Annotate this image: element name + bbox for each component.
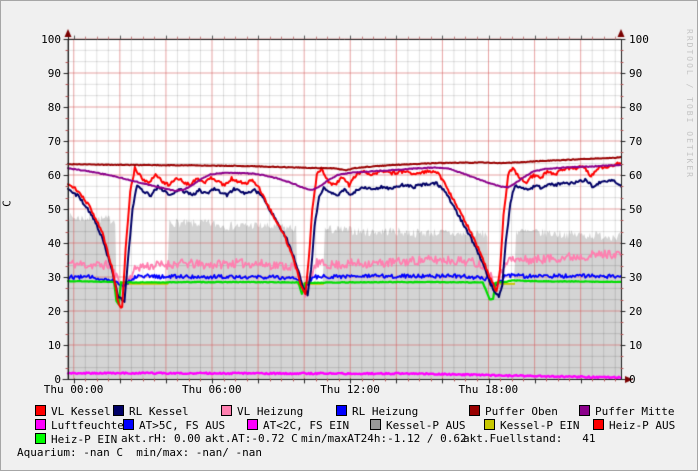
legend-label: Kessel-P EIN bbox=[500, 419, 579, 432]
y-axis-tick-label: 20 bbox=[23, 306, 61, 317]
rrd-graph-panel: Temperaturverlauf und Fuellstand am: 26.… bbox=[0, 0, 698, 471]
legend-item: Heiz-P EIN bbox=[35, 433, 117, 446]
legend-swatch bbox=[336, 405, 347, 416]
y-axis-tick-label: 30 bbox=[23, 272, 61, 283]
legend-label: Kessel-P AUS bbox=[386, 419, 465, 432]
legend-label: Heiz-P AUS bbox=[609, 419, 675, 432]
legend-item: Kessel-P AUS bbox=[370, 419, 465, 432]
x-axis-tick-label: Thu 18:00 bbox=[459, 384, 519, 395]
legend-swatch bbox=[35, 405, 46, 416]
legend-item: Puffer Mitte bbox=[579, 405, 674, 418]
legend-label: Puffer Mitte bbox=[595, 405, 674, 418]
legend-swatch bbox=[35, 433, 46, 444]
legend-swatch bbox=[484, 419, 495, 430]
legend-item: Heiz-P AUS bbox=[593, 419, 675, 432]
legend-label: Heiz-P EIN bbox=[51, 433, 117, 446]
legend-label: Puffer Oben bbox=[485, 405, 558, 418]
y-axis-tick-label: 10 bbox=[629, 340, 667, 351]
y-axis-tick-label: 80 bbox=[23, 102, 61, 113]
y-axis-tick-label: 90 bbox=[23, 68, 61, 79]
legend-label: AT>5C, FS AUS bbox=[139, 419, 225, 432]
legend-swatch bbox=[469, 405, 480, 416]
y-axis-tick-label: 70 bbox=[629, 136, 667, 147]
legend-item: AT>5C, FS AUS bbox=[123, 419, 225, 432]
y-axis-tick-label: 60 bbox=[23, 170, 61, 181]
legend-swatch bbox=[579, 405, 590, 416]
legend-label: RL Heizung bbox=[352, 405, 418, 418]
legend-item: VL Kessel bbox=[35, 405, 111, 418]
y-axis-tick-label: 40 bbox=[23, 238, 61, 249]
y-axis-tick-label: 50 bbox=[23, 204, 61, 215]
legend-item: Kessel-P EIN bbox=[484, 419, 579, 432]
y-axis-tick-label: 0 bbox=[629, 374, 667, 385]
y-axis-tick-label: 100 bbox=[629, 34, 667, 45]
legend-item: akt.rH: 0.00 bbox=[121, 433, 200, 445]
legend-item: Aquarium: -nan C min/max: -nan/ -nan bbox=[17, 447, 262, 459]
y-axis-unit-label: C bbox=[1, 184, 14, 224]
legend-label: akt.rH: 0.00 bbox=[121, 432, 200, 445]
legend-item: akt.Fuellstand: 41 bbox=[463, 433, 595, 445]
legend-item: AT<2C, FS EIN bbox=[247, 419, 349, 432]
x-axis-tick-label: Thu 12:00 bbox=[320, 384, 380, 395]
legend-label: akt.Fuellstand: 41 bbox=[463, 432, 595, 445]
legend-swatch bbox=[593, 419, 604, 430]
legend-label: akt.AT:-0.72 C bbox=[205, 432, 298, 445]
legend-label: RL Kessel bbox=[129, 405, 189, 418]
y-axis-tick-label: 100 bbox=[23, 34, 61, 45]
legend-item: akt.AT:-0.72 C bbox=[205, 433, 298, 445]
watermark-text: RRDTOOL / TOBI OETIKER bbox=[685, 29, 694, 179]
y-axis-tick-label: 20 bbox=[629, 306, 667, 317]
legend-label: AT<2C, FS EIN bbox=[263, 419, 349, 432]
legend-item: Puffer Oben bbox=[469, 405, 558, 418]
legend-item: RL Kessel bbox=[113, 405, 189, 418]
x-axis-tick-label: Thu 06:00 bbox=[182, 384, 242, 395]
y-axis-tick-label: 30 bbox=[629, 272, 667, 283]
legend-swatch bbox=[113, 405, 124, 416]
legend-item: min/maxAT24h:-1.12 / 0.62 bbox=[301, 433, 467, 445]
legend-swatch bbox=[221, 405, 232, 416]
y-axis-tick-label: 60 bbox=[629, 170, 667, 181]
legend-swatch bbox=[123, 419, 134, 430]
legend-label: VL Kessel bbox=[51, 405, 111, 418]
legend-label: min/maxAT24h:-1.12 / 0.62 bbox=[301, 432, 467, 445]
chart-canvas bbox=[1, 1, 698, 471]
y-axis-tick-label: 80 bbox=[629, 102, 667, 113]
legend-swatch bbox=[35, 419, 46, 430]
y-axis-tick-label: 70 bbox=[23, 136, 61, 147]
legend-swatch bbox=[370, 419, 381, 430]
legend-label: VL Heizung bbox=[237, 405, 303, 418]
legend-label: Luftfeuchte bbox=[51, 419, 124, 432]
legend-item: Luftfeuchte bbox=[35, 419, 124, 432]
y-axis-tick-label: 10 bbox=[23, 340, 61, 351]
legend-item: VL Heizung bbox=[221, 405, 303, 418]
legend-label: Aquarium: -nan C min/max: -nan/ -nan bbox=[17, 446, 262, 459]
x-axis-tick-label: Thu 00:00 bbox=[44, 384, 104, 395]
legend-swatch bbox=[247, 419, 258, 430]
y-axis-tick-label: 90 bbox=[629, 68, 667, 79]
legend-item: RL Heizung bbox=[336, 405, 418, 418]
y-axis-tick-label: 40 bbox=[629, 238, 667, 249]
y-axis-tick-label: 50 bbox=[629, 204, 667, 215]
